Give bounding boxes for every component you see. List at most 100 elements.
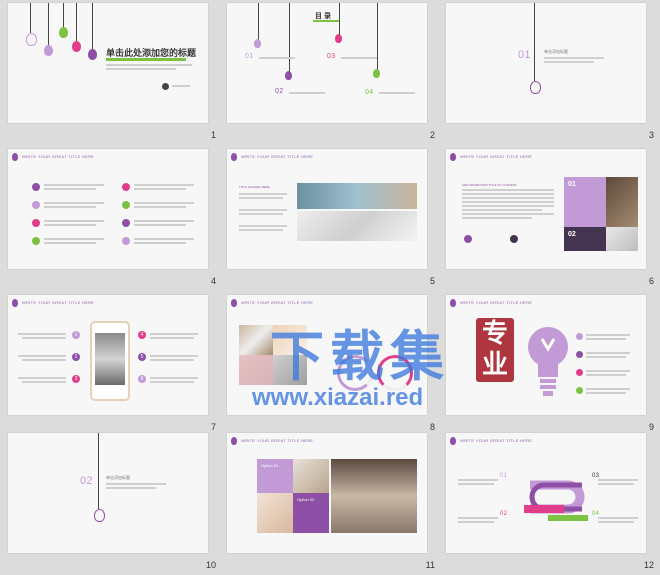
light-bulb-icon <box>12 153 18 161</box>
bulb-cord <box>289 3 290 73</box>
section-title: 单击添加标题 <box>544 49 568 54</box>
bulb-cord <box>48 3 49 45</box>
bulb-cord <box>30 3 31 33</box>
step-badge: 4 <box>138 331 146 339</box>
slide-number: 11 <box>425 560 435 570</box>
photo-coffee <box>606 177 638 227</box>
light-bulb-icon <box>59 27 68 38</box>
slide-number: 10 <box>205 560 216 570</box>
bulb-cord <box>63 3 64 27</box>
step-badge: 2 <box>72 353 80 361</box>
bulb-cord <box>76 3 77 41</box>
slide-thumbnail-4[interactable]: WRITE YOUR GREAT TITLE HERE 4 <box>8 149 220 291</box>
slide-number: 9 <box>648 422 654 432</box>
toc-badge: 04 <box>365 89 374 96</box>
slide-canvas: WRITE YOUR GREAT TITLE HERE ADD PROMOTIO… <box>446 149 646 269</box>
photo-pen <box>297 211 417 241</box>
option-card-01: Option 01 <box>257 459 293 493</box>
slide-thumbnail-6[interactable]: WRITE YOUR GREAT TITLE HERE ADD PROMOTIO… <box>446 149 658 291</box>
light-bulb-icon <box>231 299 237 307</box>
feature-icon <box>32 183 40 191</box>
toc-badge: 02 <box>275 88 284 95</box>
light-bulb-icon <box>450 437 456 445</box>
list-dot <box>576 369 583 376</box>
slide-number: 2 <box>429 130 435 140</box>
slide-canvas: 目 录 01 03 02 04 <box>227 3 427 123</box>
slide-thumbnail-2[interactable]: 目 录 01 03 02 04 2 <box>227 3 439 145</box>
watermark-seal: 专 业 <box>476 318 514 382</box>
twitter-icon <box>464 235 472 243</box>
slide-canvas: 01 单击添加标题 <box>446 3 646 123</box>
watermark-url: www.xiazai.red <box>252 384 424 411</box>
slide-canvas: WRITE YOUR GREAT TITLE HERE 1 2 3 4 5 6 <box>8 295 208 415</box>
title-underline <box>106 58 186 61</box>
slide-number: 4 <box>210 276 216 286</box>
caption: TITLE HOLDER HERE <box>239 185 270 189</box>
slide-grid: 单击此处添加您的标题 1 目 录 01 03 02 04 2 01 单击添加标题… <box>8 3 654 570</box>
slide-header: WRITE YOUR GREAT TITLE HERE <box>460 154 533 159</box>
light-bulb-icon <box>373 69 380 78</box>
slide-canvas: WRITE YOUR GREAT TITLE HERE 01 02 03 04 <box>446 433 646 553</box>
text-line <box>106 64 192 66</box>
slide-number: 7 <box>210 422 216 432</box>
slide-thumbnail-12[interactable]: WRITE YOUR GREAT TITLE HERE 01 02 03 04 … <box>446 433 658 575</box>
step-badge: 1 <box>72 331 80 339</box>
list-dot <box>576 333 583 340</box>
bulb-cord <box>258 3 259 41</box>
text-line <box>106 68 176 70</box>
light-bulb-icon <box>231 153 237 161</box>
text-line <box>341 57 377 59</box>
photo-tile <box>257 493 293 533</box>
slide-thumbnail-5[interactable]: WRITE YOUR GREAT TITLE HERE TITLE HOLDER… <box>227 149 439 291</box>
light-bulb-icon <box>450 153 456 161</box>
step-badge: 6 <box>138 375 146 383</box>
light-bulb-icon <box>528 327 568 396</box>
section-title: 单击添加标题 <box>106 475 130 480</box>
photo-tile <box>239 355 273 385</box>
slide-header: WRITE YOUR GREAT TITLE HERE <box>241 438 314 443</box>
text-line <box>544 57 604 59</box>
option-card-02: Option 02 <box>293 493 329 533</box>
feature-icon <box>32 219 40 227</box>
light-bulb-icon <box>231 437 237 445</box>
text-line <box>544 61 594 63</box>
slide-canvas: 02 单击添加标题 <box>8 433 208 553</box>
infographic-loop <box>524 480 588 521</box>
slide-header: WRITE YOUR GREAT TITLE HERE <box>241 300 314 305</box>
photo-laptop <box>331 459 417 533</box>
slide-canvas: WRITE YOUR GREAT TITLE HERE TITLE HOLDER… <box>227 149 427 269</box>
slide-header: WRITE YOUR GREAT TITLE HERE <box>22 154 95 159</box>
slide-thumbnail-10[interactable]: 02 单击添加标题 10 <box>8 433 220 575</box>
list-dot <box>576 387 583 394</box>
light-bulb-icon <box>44 45 53 56</box>
photo-desk <box>606 227 638 251</box>
slide-thumbnail-3[interactable]: 01 单击添加标题 3 <box>446 3 658 145</box>
bulb-cord <box>534 3 535 81</box>
watermark-main-text: 下载集 <box>270 327 450 387</box>
bulb-cord <box>98 433 99 509</box>
slide-thumbnail-11[interactable]: WRITE YOUR GREAT TITLE HERE Option 01 Op… <box>227 433 439 575</box>
option-caption: Option 01 <box>261 463 279 468</box>
toc-badge: 01 <box>245 53 254 60</box>
photo-beach <box>297 183 417 209</box>
feature-icon <box>32 237 40 245</box>
photo-tile <box>293 459 329 493</box>
light-bulb-icon <box>12 299 18 307</box>
slide-thumbnail-7[interactable]: WRITE YOUR GREAT TITLE HERE 1 2 3 4 5 6 … <box>8 295 220 437</box>
slide-header: WRITE YOUR GREAT TITLE HERE <box>22 300 95 305</box>
toc-badge: 03 <box>327 53 336 60</box>
phone-mockup <box>90 321 130 401</box>
list-dot <box>576 351 583 358</box>
section-badge: 01 <box>518 49 531 61</box>
info-card-02: 02 <box>564 227 606 251</box>
feature-icon <box>122 183 130 191</box>
slide-thumbnail-1[interactable]: 单击此处添加您的标题 1 <box>8 3 220 145</box>
light-bulb-icon <box>285 71 292 80</box>
light-bulb-icon <box>72 41 81 52</box>
slide-canvas: 单击此处添加您的标题 <box>8 3 208 123</box>
watermark-seal-char: 专 <box>481 318 508 348</box>
light-bulb-icon <box>335 34 342 43</box>
phone-screen <box>95 333 125 385</box>
slide-number: 5 <box>429 276 435 286</box>
slide-header: WRITE YOUR GREAT TITLE HERE <box>460 300 533 305</box>
